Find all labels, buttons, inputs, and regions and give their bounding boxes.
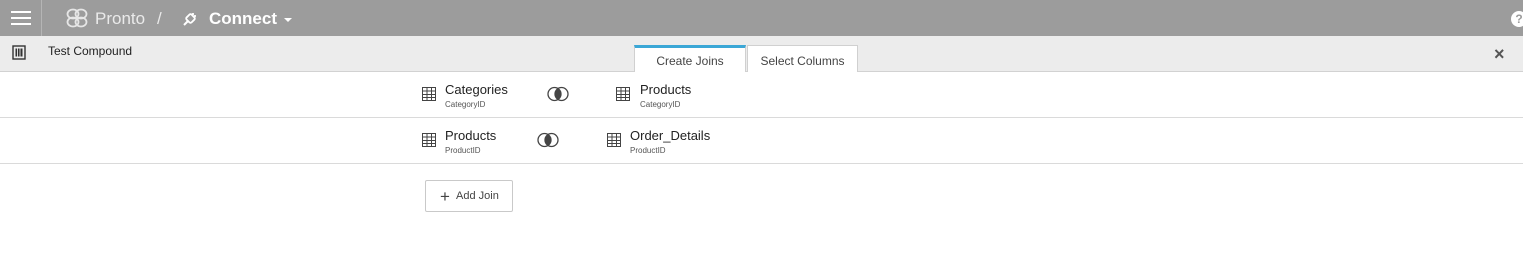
add-join-button[interactable]: + Add Join	[425, 180, 513, 212]
table-grid-icon	[616, 87, 630, 101]
close-icon[interactable]: ×	[1494, 44, 1505, 65]
right-table-name[interactable]: Order_Details	[630, 128, 710, 143]
top-navigation-bar: Pronto / Connect ?	[0, 0, 1523, 36]
compound-title: Test Compound	[48, 44, 133, 58]
plus-icon: +	[440, 187, 450, 206]
tab-create-joins[interactable]: Create Joins	[634, 45, 746, 72]
right-join-field[interactable]: CategoryID	[640, 100, 680, 109]
breadcrumb-separator: /	[157, 9, 162, 28]
inner-join-venn-icon[interactable]	[546, 86, 570, 102]
left-table-name[interactable]: Categories	[445, 82, 508, 97]
compound-header: Test Compound Create Joins Select Column…	[0, 36, 1523, 72]
left-table-name[interactable]: Products	[445, 128, 496, 143]
inner-join-venn-icon[interactable]	[536, 132, 560, 148]
left-join-field[interactable]: ProductID	[445, 146, 481, 155]
hamburger-line	[11, 11, 31, 13]
app-name-link[interactable]: Pronto	[95, 9, 145, 29]
right-table-name[interactable]: Products	[640, 82, 691, 97]
section-dropdown[interactable]: Connect	[209, 9, 277, 29]
add-join-label: Add Join	[456, 190, 499, 202]
help-icon[interactable]: ?	[1511, 11, 1523, 27]
table-grid-icon	[422, 133, 436, 147]
table-grid-icon	[607, 133, 621, 147]
hamburger-menu-button[interactable]	[0, 0, 42, 36]
connect-plug-icon	[183, 13, 196, 26]
compound-table-icon	[12, 45, 26, 60]
table-grid-icon	[422, 87, 436, 101]
hamburger-line	[11, 17, 31, 19]
left-join-field[interactable]: CategoryID	[445, 100, 485, 109]
hamburger-line	[11, 23, 31, 25]
tab-select-columns[interactable]: Select Columns	[747, 45, 858, 72]
pronto-logo-icon[interactable]	[66, 8, 88, 28]
chevron-down-icon[interactable]	[284, 18, 292, 22]
join-row: Products ProductID Order_Details Product…	[0, 118, 1523, 164]
right-join-field[interactable]: ProductID	[630, 146, 666, 155]
join-row: Categories CategoryID Products CategoryI…	[0, 72, 1523, 118]
